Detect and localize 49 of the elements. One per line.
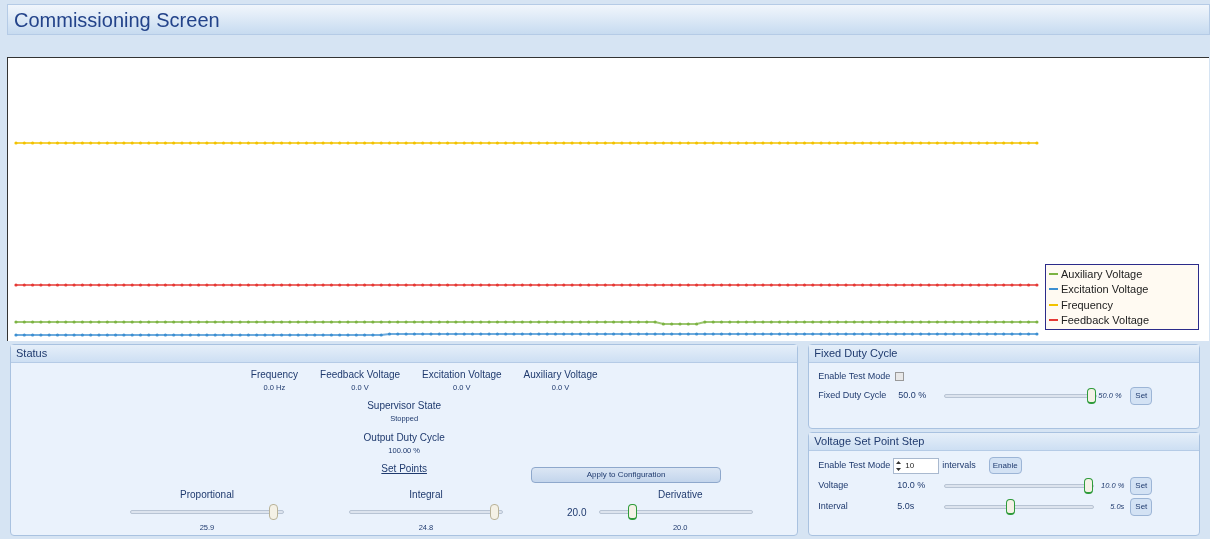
slider[interactable] bbox=[944, 499, 1095, 515]
slider[interactable] bbox=[944, 387, 1098, 404]
enable-checkbox[interactable] bbox=[895, 372, 905, 382]
set-button[interactable]: Set bbox=[1130, 386, 1153, 405]
enable-label: Enable Test Mode bbox=[818, 370, 891, 383]
slider[interactable] bbox=[130, 504, 284, 520]
slider[interactable] bbox=[944, 478, 1095, 494]
slider-thumb[interactable] bbox=[489, 504, 499, 520]
slider-thumb[interactable] bbox=[269, 504, 279, 520]
slider-thumb[interactable] bbox=[1083, 478, 1093, 494]
slider-value: 50.0 % bbox=[898, 388, 928, 402]
legend-label: Excitation Voltage bbox=[1061, 282, 1149, 297]
row-label: Voltage bbox=[818, 479, 850, 493]
reading-label: Feedback Voltage bbox=[320, 368, 401, 382]
row-label: Interval bbox=[818, 500, 849, 514]
enable-label: Enable Test Mode bbox=[818, 458, 891, 472]
enable-button[interactable]: Enable bbox=[988, 457, 1022, 474]
slider-value: 20.0 bbox=[567, 505, 587, 520]
status-label: Output Duty Cycle bbox=[363, 430, 445, 445]
spinner-arrows-icon[interactable] bbox=[896, 460, 902, 471]
slider-thumb[interactable] bbox=[1006, 499, 1016, 515]
slider[interactable] bbox=[349, 504, 503, 520]
slider-label: Derivative bbox=[658, 488, 703, 502]
reading-label: Excitation Voltage bbox=[422, 368, 502, 382]
reading-label: Auxiliary Voltage bbox=[523, 368, 598, 382]
panel-title: Status bbox=[16, 346, 48, 362]
set-points-link[interactable]: Set Points bbox=[381, 460, 427, 476]
set-button[interactable]: Set bbox=[1130, 477, 1153, 495]
reading-label: Frequency bbox=[250, 368, 299, 382]
panel-title: Fixed Duty Cycle bbox=[814, 346, 898, 362]
intervals-spinner[interactable]: 10 bbox=[893, 457, 940, 474]
legend-label: Feedback Voltage bbox=[1061, 313, 1150, 328]
slider-label: Proportional bbox=[180, 488, 234, 502]
window-title: Commissioning Screen bbox=[14, 7, 220, 33]
apply-button[interactable]: Apply to Configuration bbox=[531, 467, 721, 483]
slider-label: Integral bbox=[409, 488, 443, 502]
intervals-value: 10 bbox=[905, 459, 915, 472]
legend-label: Auxiliary Voltage bbox=[1061, 266, 1143, 282]
slider-thumb[interactable] bbox=[628, 504, 638, 520]
intervals-label: intervals bbox=[942, 458, 976, 472]
set-button[interactable]: Set bbox=[1130, 498, 1153, 516]
legend-label: Frequency bbox=[1061, 297, 1113, 313]
slider-label: Fixed Duty Cycle bbox=[818, 388, 888, 402]
row-value: 10.0 % bbox=[897, 479, 927, 493]
slider[interactable] bbox=[599, 504, 754, 520]
row-value: 5.0s bbox=[897, 500, 916, 514]
panel-title: Voltage Set Point Step bbox=[814, 434, 925, 450]
status-label: Supervisor State bbox=[367, 399, 442, 414]
slider-thumb[interactable] bbox=[1086, 387, 1096, 404]
